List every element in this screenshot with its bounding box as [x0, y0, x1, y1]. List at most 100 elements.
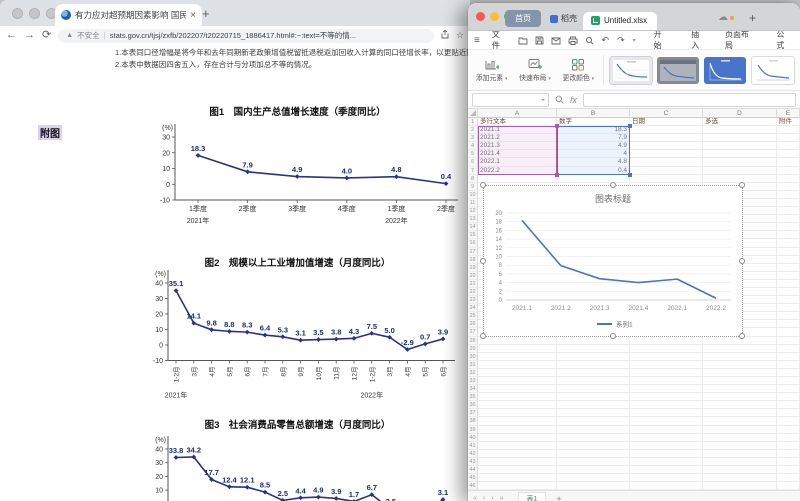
print-preview-icon[interactable]: [585, 36, 594, 45]
row-header[interactable]: 7: [468, 166, 478, 175]
cell[interactable]: [557, 449, 630, 458]
cell[interactable]: [557, 174, 630, 183]
address-bar[interactable]: ▲ 不安全 | stats.gov.cn/tjsj/zxfb/202207/t2…: [58, 28, 434, 43]
cell[interactable]: 0.4: [557, 166, 630, 175]
cell[interactable]: [777, 449, 800, 458]
cell[interactable]: [557, 482, 630, 490]
cell[interactable]: [703, 441, 777, 450]
cell[interactable]: [703, 360, 777, 369]
row-header[interactable]: 9: [468, 182, 478, 191]
cell[interactable]: [478, 368, 557, 377]
chart-resize-handle[interactable]: [739, 182, 745, 188]
row-header[interactable]: 27: [468, 328, 478, 337]
row-header[interactable]: 6: [468, 158, 478, 167]
cell[interactable]: [703, 457, 777, 467]
cell[interactable]: [777, 457, 800, 467]
row-header[interactable]: 23: [468, 296, 478, 305]
row-header[interactable]: 40: [468, 433, 478, 442]
cell[interactable]: [703, 474, 777, 483]
row-header[interactable]: 21: [468, 279, 478, 288]
cell[interactable]: [703, 425, 777, 434]
cell[interactable]: [703, 393, 777, 402]
cell[interactable]: [777, 182, 800, 191]
cell[interactable]: 2022.1: [478, 158, 557, 167]
cell[interactable]: [703, 352, 777, 361]
cell[interactable]: [703, 142, 777, 151]
cell[interactable]: [777, 166, 800, 175]
cell[interactable]: [703, 344, 777, 353]
cell[interactable]: [630, 158, 703, 167]
open-folder-icon[interactable]: [518, 36, 528, 45]
cell[interactable]: [703, 466, 777, 475]
cell[interactable]: [777, 126, 800, 135]
cell[interactable]: [557, 385, 630, 394]
chart-resize-handle[interactable]: [739, 258, 745, 264]
cell[interactable]: [557, 457, 630, 467]
back-icon[interactable]: ←: [6, 30, 17, 41]
cell[interactable]: 2021.2: [478, 134, 557, 143]
cell[interactable]: [703, 126, 777, 135]
cell[interactable]: [557, 401, 630, 410]
row-header[interactable]: 28: [468, 336, 478, 345]
cell[interactable]: [777, 320, 800, 329]
tab-close-icon[interactable]: ×: [190, 10, 196, 21]
cell[interactable]: [557, 433, 630, 442]
cell[interactable]: [777, 409, 800, 418]
cell[interactable]: [777, 417, 800, 426]
cell[interactable]: [557, 377, 630, 386]
cell[interactable]: 4.8: [557, 158, 630, 167]
cell[interactable]: [557, 360, 630, 369]
row-header[interactable]: 4: [468, 142, 478, 151]
cell[interactable]: [478, 441, 557, 450]
row-header[interactable]: 20: [468, 271, 478, 280]
cell[interactable]: [703, 134, 777, 143]
cell[interactable]: [777, 393, 800, 402]
row-header[interactable]: 41: [468, 441, 478, 450]
tab-docer[interactable]: 稻壳: [544, 10, 583, 27]
row-header[interactable]: 10: [468, 190, 478, 199]
window-controls[interactable]: [12, 8, 57, 19]
cell[interactable]: [557, 368, 630, 377]
cell[interactable]: [777, 287, 800, 297]
row-header[interactable]: 37: [468, 409, 478, 418]
toolbar-more-caret-icon[interactable]: ▾: [633, 37, 636, 44]
row-header[interactable]: 17: [468, 247, 478, 256]
minimize-window-icon[interactable]: [29, 8, 40, 19]
cell[interactable]: [478, 449, 557, 458]
cell[interactable]: [630, 377, 703, 386]
chart-resize-handle[interactable]: [480, 182, 486, 188]
cell[interactable]: [557, 344, 630, 353]
cell[interactable]: 多行文本: [478, 118, 557, 127]
forward-icon[interactable]: →: [24, 30, 35, 41]
row-header[interactable]: 25: [468, 312, 478, 321]
cell[interactable]: [478, 417, 557, 426]
cell[interactable]: [630, 457, 703, 467]
browser-tab[interactable]: 有力应对超预期因素影响 国民经 ×: [55, 4, 202, 26]
cloud-sync-icon[interactable]: ☁: [718, 12, 728, 23]
cell[interactable]: [777, 296, 800, 305]
cell[interactable]: [777, 377, 800, 386]
menu-formulas[interactable]: 公式: [772, 29, 794, 51]
cell[interactable]: [777, 344, 800, 353]
cell[interactable]: [777, 174, 800, 183]
cell[interactable]: [703, 368, 777, 377]
chart-style-1-selected[interactable]: [609, 55, 654, 85]
tab-untitled-xlsx[interactable]: Untitled.xlsx: [583, 12, 658, 30]
cell[interactable]: [703, 449, 777, 458]
chart-resize-handle[interactable]: [480, 333, 486, 339]
cell[interactable]: 4.9: [557, 142, 630, 151]
share-icon[interactable]: [441, 29, 449, 41]
cell[interactable]: [777, 239, 800, 248]
cell[interactable]: [777, 231, 800, 240]
cell[interactable]: [777, 263, 800, 272]
quick-layout-button[interactable]: 快速布局 ▾: [516, 58, 553, 82]
cell[interactable]: [630, 368, 703, 377]
chart-style-4[interactable]: [751, 55, 796, 85]
menu-insert[interactable]: 插入: [687, 29, 709, 51]
cell[interactable]: 2022.2: [478, 166, 557, 175]
row-header[interactable]: 24: [468, 304, 478, 313]
cell[interactable]: [777, 441, 800, 450]
cell[interactable]: [630, 393, 703, 402]
save-icon[interactable]: [535, 36, 544, 45]
cell[interactable]: [777, 150, 800, 159]
